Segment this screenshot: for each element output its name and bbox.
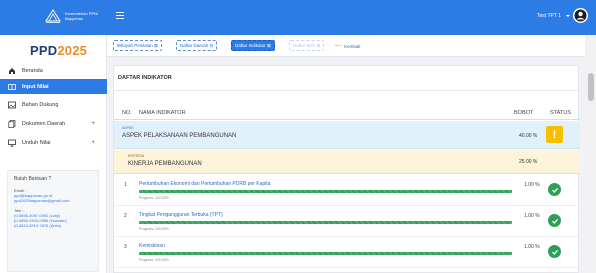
sidebar: PPD2025 Beranda Input Nilai Bahan Dukung… <box>0 35 107 273</box>
sidebar-item-label: Unduh Nilai <box>22 139 51 146</box>
chip-daftar-daerah[interactable]: Daftar Daerah ⊡ <box>176 40 218 51</box>
warning-icon: ! <box>546 126 563 143</box>
indicator-link[interactable]: Kemiskinan <box>139 243 165 249</box>
table-row: 1 Pertumbuhan Ekonomi dan Pertumbuhan PD… <box>114 175 580 206</box>
breadcrumb-filter-bar: Wilayah Penilaian ⊠ Daftar Daerah ⊡ Daft… <box>107 35 585 57</box>
check-circle-icon <box>548 214 561 227</box>
top-navbar: Kementerian PPN/ Bappenas Test TPT 1 <box>0 0 596 35</box>
progress-fill <box>139 190 512 193</box>
sidebar-item-input-nilai[interactable]: Input Nilai <box>0 79 107 94</box>
table-header: NO. NAMA INDIKATOR BOBOT STATUS <box>114 104 580 120</box>
image-icon <box>8 101 16 108</box>
aspek-bobot: 40.00 % <box>519 133 538 139</box>
header-bobot: BOBOT <box>514 110 534 116</box>
help-box: Butuh Bantuan ? Email : ppd@bappenas.go.… <box>7 170 99 272</box>
bappenas-logo <box>45 9 61 23</box>
progress-fill <box>139 252 512 255</box>
chip-daftar-indikator[interactable]: Daftar Indikator ⊠ <box>231 40 275 51</box>
help-phone-link[interactable]: (0-0815-3919-7876 (Anim) <box>14 223 92 228</box>
arrow-left-icon: ⟵ <box>335 43 343 49</box>
expand-plus-icon: + <box>91 120 95 127</box>
progress-bar <box>139 190 512 193</box>
caret-down-icon <box>566 14 570 17</box>
header-name: NAMA INDIKATOR <box>139 110 186 116</box>
aspek-title: ASPEK PELAKSANAAN PEMBANGUNAN <box>122 133 237 139</box>
progress-bar <box>139 252 512 255</box>
chip-daftar-item: Daftar Item ⊠ <box>289 40 325 51</box>
sidebar-item-unduh-nilai[interactable]: Unduh Nilai + <box>0 135 107 150</box>
ppd2025-logo[interactable]: PPD2025 <box>30 43 87 58</box>
chip-wilayah-penilaian[interactable]: Wilayah Penilaian ⊠ <box>113 40 162 51</box>
aspek-row: ASPEK ASPEK PELAKSANAAN PEMBANGUNAN 40.0… <box>114 121 580 149</box>
back-button[interactable]: ⟵ Kembali <box>335 43 360 49</box>
indicator-bobot: 1.00 % <box>524 182 540 188</box>
logo-prefix: PPD <box>30 43 58 58</box>
help-title: Butuh Bantuan ? <box>14 176 52 182</box>
sidebar-item-label: Dokumen Daerah <box>22 120 66 127</box>
user-menu[interactable]: Test TPT 1 <box>537 8 588 23</box>
kriteria-bobot: 25.00 % <box>519 159 538 165</box>
progress-text: Progress: 100.00% <box>139 258 169 262</box>
indicator-bobot: 1.00 % <box>524 213 540 219</box>
check-circle-icon <box>548 245 561 258</box>
back-label: Kembali <box>344 43 361 49</box>
row-number: 2 <box>124 213 127 219</box>
brand-text: Kementerian PPN/ Bappenas <box>65 11 99 21</box>
page-scrollbar[interactable] <box>585 35 596 273</box>
logo-suffix: 2025 <box>57 43 88 58</box>
sidebar-item-dokumen-daerah[interactable]: Dokumen Daerah + <box>0 116 107 131</box>
sidebar-item-label: Input Nilai <box>22 83 49 90</box>
user-name: Test TPT 1 <box>537 12 561 19</box>
row-number: 1 <box>124 182 127 188</box>
divider <box>114 90 580 91</box>
header-no: NO. <box>122 110 132 116</box>
scrollbar-thumb[interactable] <box>588 73 594 101</box>
kriteria-row: KRITERIA KINERJA PEMBANGUNAN 25.00 % <box>114 150 580 174</box>
sidebar-item-bahan-dukung[interactable]: Bahan Dukung <box>0 97 107 112</box>
sidebar-item-label: Beranda <box>22 67 43 74</box>
copy-icon <box>8 119 16 128</box>
home-icon <box>9 67 15 74</box>
progress-bar <box>139 221 512 224</box>
user-avatar-icon <box>573 8 588 23</box>
check-circle-icon <box>548 183 561 196</box>
header-status: STATUS <box>550 110 571 116</box>
card-title: DAFTAR INDIKATOR <box>118 75 172 81</box>
expand-plus-icon: + <box>91 139 95 146</box>
kriteria-title: KINERJA PEMBANGUNAN <box>128 161 202 167</box>
aspek-label: ASPEK <box>122 126 134 130</box>
table-row: 2 Tingkat Pengangguran Terbuka (TPT) Pro… <box>114 206 580 237</box>
kriteria-label: KRITERIA <box>128 154 145 158</box>
indicator-link[interactable]: Pertumbuhan Ekonomi dan Pertumbuhan PDRB… <box>139 181 270 187</box>
progress-fill <box>139 221 512 224</box>
progress-text: Progress: 100.00% <box>139 196 169 200</box>
table-row: 3 Kemiskinan Progress: 100.00% 1.00 % <box>114 237 580 268</box>
indicator-list-card: DAFTAR INDIKATOR NO. NAMA INDIKATOR BOBO… <box>113 65 580 273</box>
columns-icon <box>8 83 16 90</box>
brand[interactable]: Kementerian PPN/ Bappenas <box>0 0 107 35</box>
row-number: 3 <box>124 244 127 250</box>
indicator-bobot: 1.00 % <box>524 244 540 250</box>
monitor-icon <box>8 139 16 147</box>
menu-toggle-icon[interactable] <box>116 12 124 19</box>
sidebar-item-beranda[interactable]: Beranda <box>0 63 107 78</box>
indicator-link[interactable]: Tingkat Pengangguran Terbuka (TPT) <box>139 212 223 218</box>
sidebar-item-label: Bahan Dukung <box>22 101 59 108</box>
progress-text: Progress: 100.00% <box>139 227 169 231</box>
